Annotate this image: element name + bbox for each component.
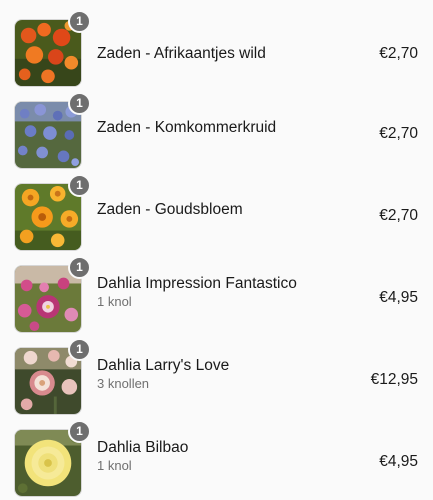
cart-item[interactable]: 1 Zaden - Goudsbloem €2,70	[0, 174, 433, 265]
cart-item[interactable]: 1 Dahlia Larry's Love 3 knollen €12,95	[0, 338, 433, 429]
product-variant: 1 knol	[97, 458, 132, 473]
cart-item-list: 1 Zaden - Afrikaantjes wild €2,70 1 Zade…	[0, 0, 433, 500]
product-thumbnail: 1	[14, 256, 91, 333]
product-price: €2,70	[379, 207, 418, 224]
product-title: Dahlia Bilbao	[97, 439, 189, 456]
product-thumbnail: 1	[14, 338, 91, 415]
product-thumbnail: 1	[14, 420, 91, 497]
quantity-badge: 1	[68, 92, 91, 115]
cart-item[interactable]: 1 Dahlia Bilbao 1 knol €4,95	[0, 420, 433, 500]
product-thumbnail: 1	[14, 174, 91, 251]
quantity-badge: 1	[68, 256, 91, 279]
product-title: Zaden - Komkommerkruid	[97, 119, 277, 136]
product-variant: 3 knollen	[97, 376, 150, 391]
product-title: Zaden - Goudsbloem	[97, 201, 243, 218]
product-price: €2,70	[379, 45, 418, 62]
product-title: Zaden - Afrikaantjes wild	[97, 45, 266, 62]
cart-item[interactable]: 1 Dahlia Impression Fantastico 1 knol €4…	[0, 256, 433, 347]
quantity-badge: 1	[68, 10, 91, 33]
product-price: €12,95	[370, 371, 418, 388]
product-thumbnail: 1	[14, 92, 91, 169]
cart-item[interactable]: 1 Zaden - Komkommerkruid €2,70	[0, 92, 433, 183]
product-variant: 1 knol	[97, 294, 132, 309]
product-title: Dahlia Larry's Love	[97, 357, 230, 374]
cart-item[interactable]: 1 Zaden - Afrikaantjes wild €2,70	[0, 10, 433, 101]
quantity-badge: 1	[68, 174, 91, 197]
quantity-badge: 1	[68, 420, 91, 443]
quantity-badge: 1	[68, 338, 91, 361]
product-thumbnail: 1	[14, 10, 91, 87]
product-title: Dahlia Impression Fantastico	[97, 275, 297, 292]
product-price: €4,95	[379, 289, 418, 306]
product-price: €4,95	[379, 453, 418, 470]
product-price: €2,70	[379, 125, 418, 142]
